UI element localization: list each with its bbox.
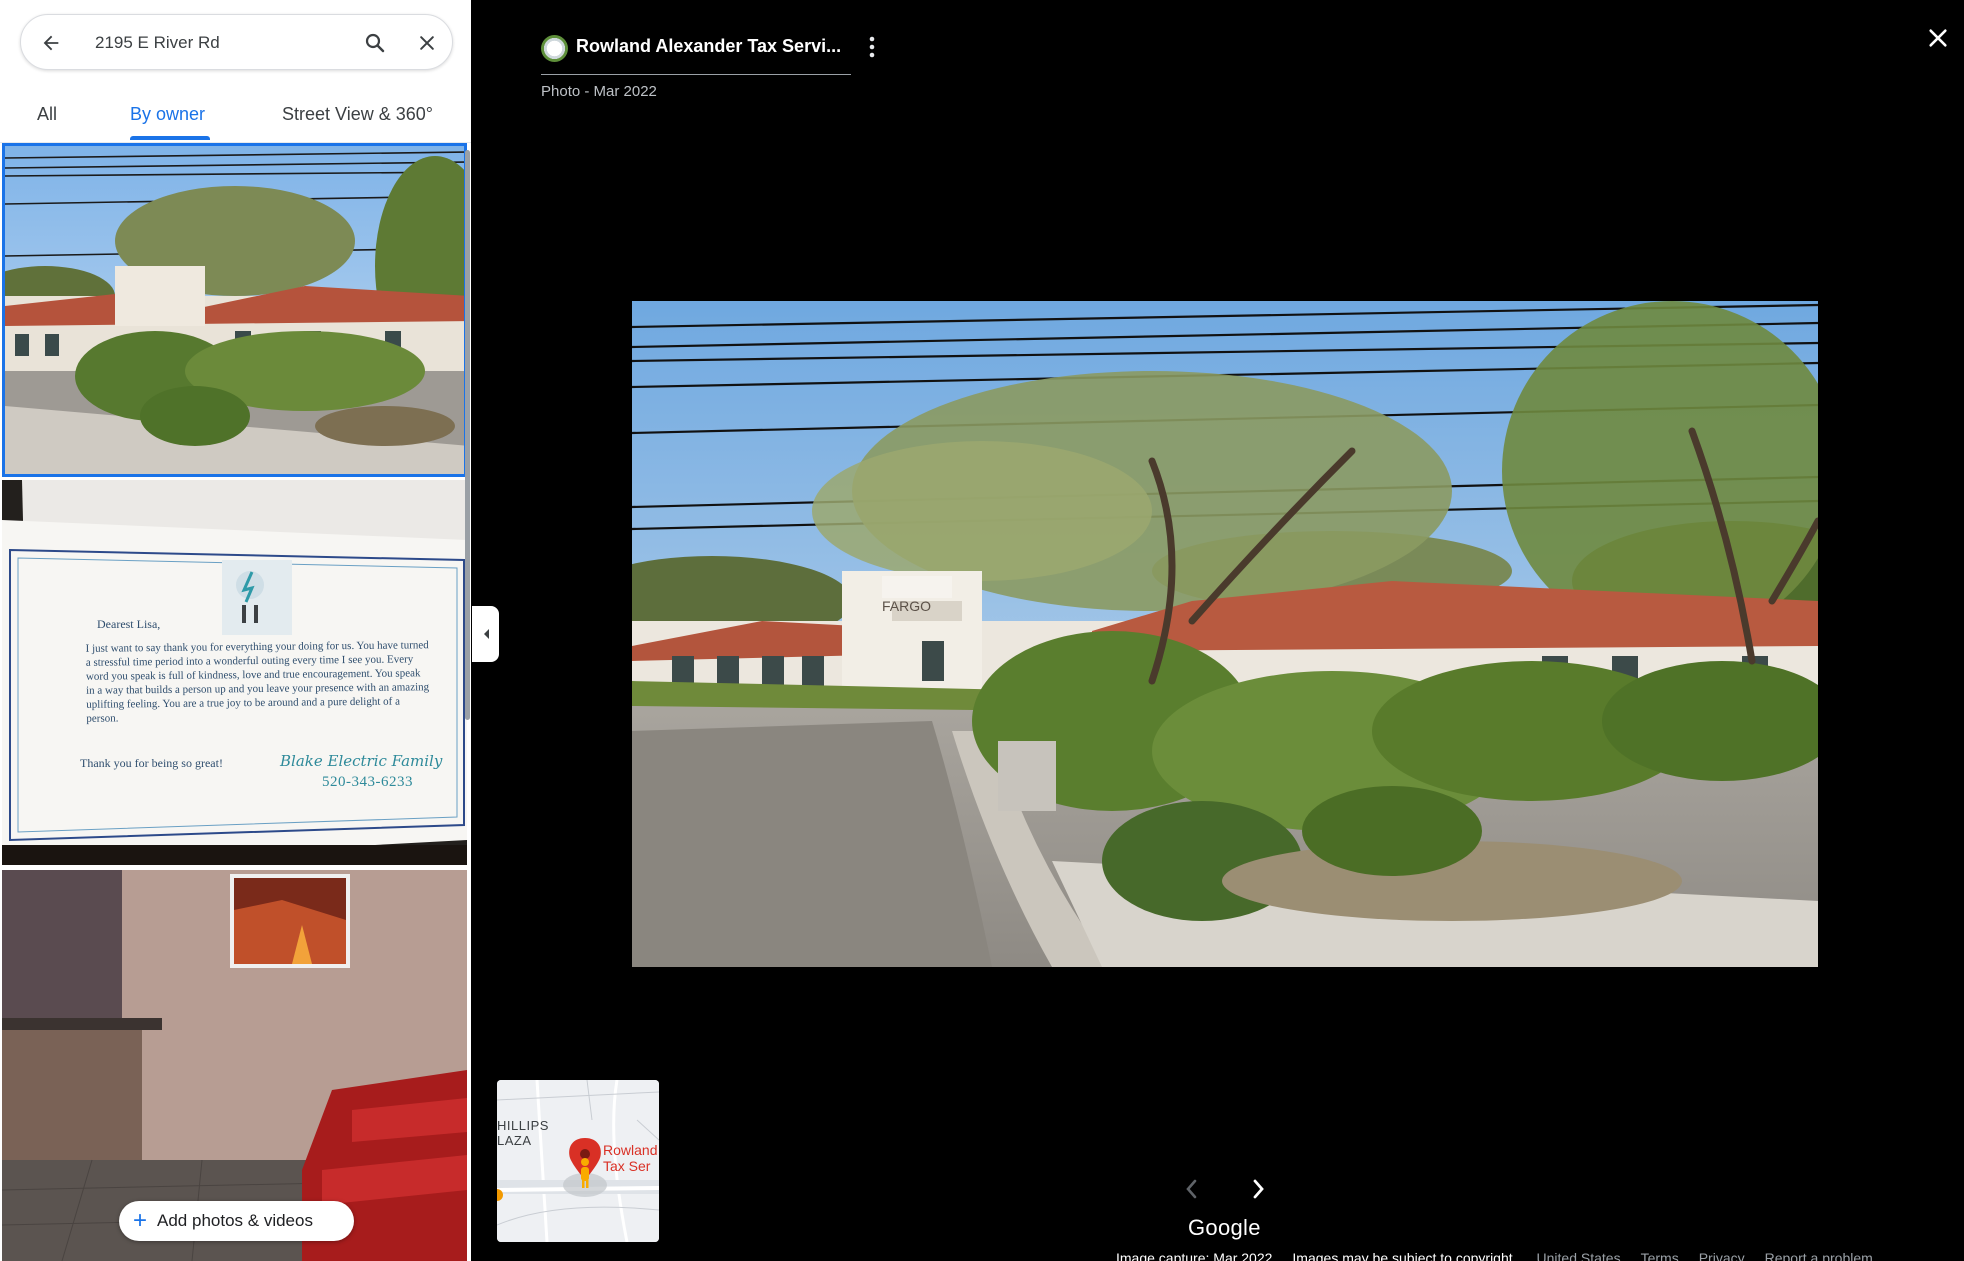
arrow-back-icon[interactable] [37,29,65,57]
report-problem-link[interactable]: Report a problem [1765,1250,1873,1261]
search-icon[interactable] [361,29,389,57]
building-sign: FARGO [882,598,931,614]
title-underline [541,74,851,75]
card-body: I just want to say thank you for everyth… [85,639,430,725]
photo-thumbnail-street[interactable] [2,143,467,477]
photo-date: Photo - Mar 2022 [541,83,657,100]
card-greeting: Dearest Lisa, [97,617,161,631]
privacy-link[interactable]: Privacy [1699,1250,1745,1261]
image-capture-date: Image capture: Mar 2022 [1116,1250,1273,1261]
card-thanks: Thank you for being so great! [80,756,223,770]
close-icon[interactable] [1924,24,1952,52]
main-photo[interactable]: FARGO [632,301,1818,967]
card-signature: Blake Electric Family [280,752,443,770]
search-input[interactable]: 2195 E River Rd [95,33,220,53]
card-phone: 520-343-6233 [322,774,413,790]
active-tab-indicator [130,136,210,140]
map-place-label: Rowland Tax Ser [603,1142,658,1174]
tab-by-owner[interactable]: By owner [130,104,205,125]
copyright-notice: Images may be subject to copyright. [1292,1250,1517,1261]
country-link[interactable]: United States [1537,1250,1621,1261]
close-icon[interactable] [413,29,441,57]
plus-icon: + [133,1207,148,1234]
scrollbar[interactable] [465,150,470,720]
tab-all[interactable]: All [37,104,57,125]
chevron-left-icon[interactable] [1180,1176,1202,1202]
collapse-panel-button[interactable] [472,606,499,662]
mini-map[interactable]: HILLIPS LAZA Rowland Tax Ser [497,1080,659,1242]
add-photos-label: Add photos & videos [157,1211,313,1230]
chevron-right-icon[interactable] [1248,1176,1270,1202]
more-vert-icon[interactable] [862,34,882,60]
photos-side-panel: 2195 E River Rd All By owner Street View… [0,0,471,1261]
search-box[interactable]: 2195 E River Rd [20,14,453,70]
terms-link[interactable]: Terms [1641,1250,1679,1261]
google-logo: Google [1188,1215,1261,1240]
photo-thumbnail-card[interactable]: Dearest Lisa, I just want to say thank y… [2,480,467,865]
viewer-title[interactable]: Rowland Alexander Tax Servi... [576,36,841,57]
tab-street-view[interactable]: Street View & 360° [282,104,433,125]
add-photos-button[interactable]: + Add photos & videos [119,1201,354,1241]
maps-photo-viewer: 2195 E River Rd All By owner Street View… [0,0,1964,1261]
map-area-label: HILLIPS LAZA [497,1118,549,1148]
footer: Image capture: Mar 2022 Images may be su… [1116,1250,1873,1261]
photo-tabs: All By owner Street View & 360° [0,96,471,142]
business-avatar[interactable] [541,35,568,62]
chevron-left-icon [483,629,489,639]
